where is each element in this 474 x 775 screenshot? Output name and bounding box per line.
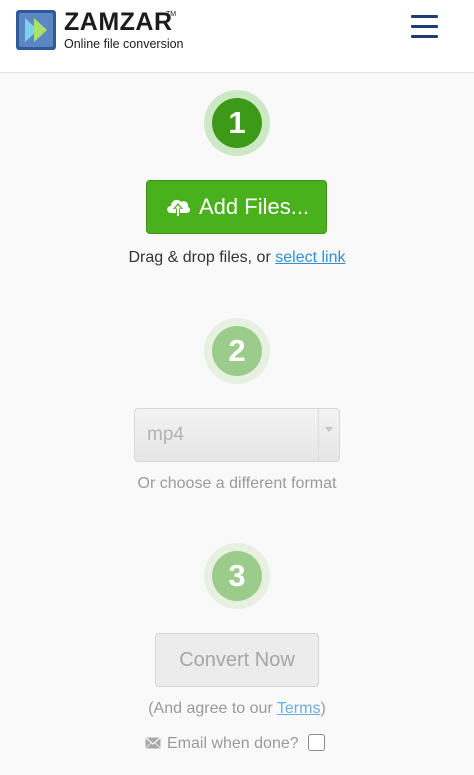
trademark-mark: TM [166,11,177,18]
brand-tagline: Online file conversion [64,37,184,51]
format-hint: Or choose a different format [137,475,337,492]
format-dropdown-toggle[interactable] [318,409,339,461]
step-2-badge: 2 [204,318,270,384]
zamzar-logo-icon[interactable] [16,10,56,50]
step-3-number: 3 [212,551,262,601]
drag-drop-hint: Drag & drop files, or select link [0,249,474,267]
envelope-icon [145,737,161,749]
email-when-done-checkbox[interactable] [308,734,325,751]
hamburger-menu-icon[interactable] [411,15,439,39]
format-select[interactable]: mp4 [134,408,340,462]
terms-link[interactable]: Terms [277,700,321,717]
select-link[interactable]: select link [275,249,345,266]
agree-suffix: ) [320,700,326,717]
email-when-done-label: Email when done? [167,735,299,752]
convert-now-button[interactable]: Convert Now [155,633,319,687]
add-files-label: Add Files... [199,194,310,219]
step-3-badge: 3 [204,543,270,609]
format-selected-value: mp4 [147,424,184,445]
terms-agreement: (And agree to our Terms) [0,700,474,718]
site-header: ZAMZAR TM Online file conversion [0,0,474,73]
step-1-badge: 1 [204,90,270,156]
step-2-number: 2 [212,326,262,376]
cloud-upload-icon [167,199,191,217]
step-1-number: 1 [212,98,262,148]
drag-drop-text: Drag & drop files, or [128,249,276,266]
chevron-down-icon [325,427,333,432]
add-files-button[interactable]: Add Files... [146,180,327,234]
brand-name[interactable]: ZAMZAR [64,8,173,36]
agree-prefix: (And agree to our [148,700,277,717]
